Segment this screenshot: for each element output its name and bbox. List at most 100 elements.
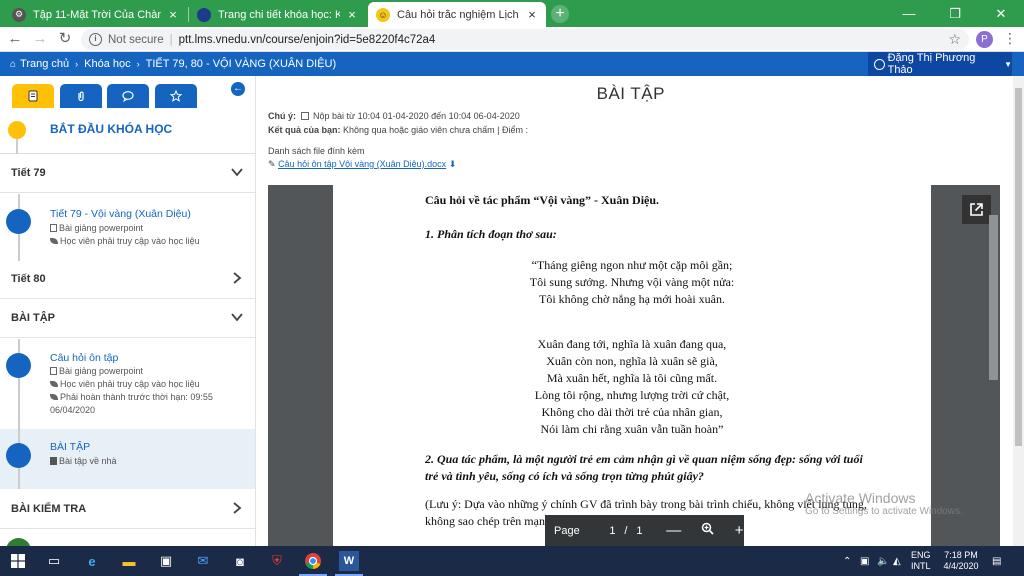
- reload-icon[interactable]: ↻: [55, 29, 75, 49]
- section-title: BÀI KIỂM TRA: [11, 503, 87, 515]
- result-label: Kết quả của bạn:: [268, 125, 341, 135]
- lesson-status-icon: [6, 209, 31, 234]
- windows-start-icon[interactable]: [8, 551, 28, 571]
- system-clock[interactable]: 7:18 PM 4/4/2020: [941, 550, 981, 572]
- profile-avatar[interactable]: P: [976, 31, 993, 48]
- tab-lessons[interactable]: [12, 84, 54, 108]
- new-tab-button[interactable]: +: [551, 5, 569, 23]
- browser-tab-active[interactable]: ☺ Câu hỏi trắc nghiệm Lịch sử lớp ×: [368, 2, 546, 27]
- back-arrow-icon[interactable]: ←: [5, 29, 25, 49]
- breadcrumb-home[interactable]: Trang chủ: [20, 58, 69, 70]
- antivirus-shield-icon[interactable]: ⛨: [267, 551, 287, 571]
- lesson-requirement: Học viên phải truy cập vào học liệu: [50, 236, 200, 246]
- poem-line: Xuân còn non, nghĩa là xuân sẽ già,: [546, 354, 718, 368]
- menu-dots-icon[interactable]: ⋮: [1003, 30, 1017, 47]
- security-status: Not secure: [108, 33, 164, 46]
- minimize-icon[interactable]: —: [886, 0, 932, 27]
- back-circle-icon[interactable]: ←: [231, 82, 245, 96]
- doc-question-1: 1. Phân tích đoạn thơ sau:: [425, 227, 557, 241]
- zoom-icon[interactable]: [701, 522, 714, 539]
- tab-favorites[interactable]: [155, 84, 197, 108]
- poem-line: Xuân đang tới, nghĩa là xuân đang qua,: [537, 337, 727, 351]
- page-title: BÀI TẬP: [596, 84, 665, 103]
- language-indicator[interactable]: ENG INTL: [911, 550, 931, 572]
- store-icon[interactable]: ▣: [156, 551, 176, 571]
- chrome-icon[interactable]: [303, 551, 323, 571]
- info-icon[interactable]: i: [89, 33, 102, 46]
- user-icon: [874, 58, 885, 70]
- lesson-type: Bài tập về nhà: [50, 456, 117, 466]
- close-icon[interactable]: ×: [346, 7, 358, 22]
- notification-icon[interactable]: ▤: [992, 546, 1001, 576]
- network-icon[interactable]: ◭: [893, 546, 901, 576]
- zoom-out-button[interactable]: —: [666, 522, 681, 539]
- task-view-icon[interactable]: ▭: [44, 551, 64, 571]
- breadcrumb-courses[interactable]: Khóa học: [84, 58, 130, 70]
- course-sidebar: ← BẮT ĐẦU KHÓA HỌC Tiết 79 Tiết 79 - Vội…: [0, 76, 256, 546]
- lesson-item-bai-tap[interactable]: BÀI TẬP Bài tập về nhà: [0, 429, 255, 489]
- close-icon[interactable]: ×: [167, 7, 179, 22]
- comment-icon: [122, 91, 134, 102]
- lesson-title: Câu hỏi ôn tập: [50, 352, 119, 364]
- open-external-button[interactable]: [962, 195, 991, 224]
- lesson-status-icon: [6, 353, 31, 378]
- file-explorer-icon[interactable]: ▬: [119, 551, 139, 571]
- word-icon[interactable]: W: [339, 551, 359, 571]
- tab-attachments[interactable]: [60, 84, 102, 108]
- tray-chevron-icon[interactable]: ⌃: [843, 546, 851, 576]
- forward-arrow-icon[interactable]: →: [30, 29, 50, 49]
- lesson-requirement-text: Học viên phải truy cập vào học liệu: [60, 236, 200, 246]
- attachments-label: Danh sách file đính kèm: [268, 146, 365, 156]
- page-scrollbar[interactable]: [1013, 76, 1024, 546]
- poem-line: Không cho dài thời trẻ của nhân gian,: [541, 405, 723, 419]
- zoom-in-button[interactable]: +: [734, 522, 744, 539]
- browser-tab[interactable]: ⚙ Tập 11-Mặt Trời Của Chàng Joo ( ×: [4, 2, 187, 27]
- attachment-row: ✎ Câu hỏi ôn tập Vội vàng (Xuân Diệu).do…: [268, 159, 456, 170]
- section-bai-kiem-tra[interactable]: BÀI KIỂM TRA: [0, 489, 255, 529]
- attachment-link[interactable]: Câu hỏi ôn tập Vội vàng (Xuân Diệu).docx: [278, 159, 446, 169]
- breadcrumb-lesson[interactable]: TIẾT 79, 80 - VỘI VÀNG (XUÂN DIỆU): [146, 58, 337, 70]
- breadcrumb: ⌂ Trang chủ › Khóa học › TIẾT 79, 80 - V…: [0, 58, 336, 70]
- language-code: ENG: [911, 550, 931, 560]
- bookmark-star-icon[interactable]: ☆: [948, 31, 961, 48]
- poem-line: Tôi không chờ nắng hạ mới hoài xuân.: [539, 292, 725, 306]
- volume-icon[interactable]: 🔈: [877, 546, 889, 576]
- section-tiet-79[interactable]: Tiết 79: [0, 155, 255, 193]
- page-controls: Page 1 / 1 — +: [545, 515, 744, 546]
- mail-icon[interactable]: ✉: [193, 551, 213, 571]
- book-icon: [28, 90, 38, 102]
- start-marker-icon: [8, 121, 26, 139]
- viewer-scrollbar[interactable]: [989, 215, 998, 380]
- poem-line: “Tháng giêng ngon như một cặp môi gần;: [531, 258, 733, 272]
- lesson-status-icon: [6, 443, 31, 468]
- tab-comments[interactable]: [107, 84, 149, 108]
- restore-icon[interactable]: ❐: [932, 0, 978, 27]
- browser-tab[interactable]: Trang chi tiết khóa học: Kiểu mẫu ×: [189, 2, 366, 27]
- lesson-item-tiet-79[interactable]: Tiết 79 - Vội vàng (Xuân Diệu) Bài giảng…: [0, 194, 255, 267]
- settings-favicon-icon: ⚙: [12, 7, 26, 22]
- section-tiet-80[interactable]: Tiết 80: [0, 261, 255, 299]
- section-bai-tap[interactable]: BÀI TẬP: [0, 300, 255, 338]
- page-scrollbar-thumb[interactable]: [1015, 88, 1022, 446]
- current-page-input[interactable]: 1: [606, 525, 620, 537]
- note-value: Nộp bài từ 10:04 01-04-2020 đến 10:04 06…: [313, 111, 520, 121]
- edge-icon[interactable]: e: [82, 551, 102, 571]
- chevron-right-icon: [233, 272, 242, 284]
- download-icon[interactable]: ⬇: [449, 159, 457, 169]
- result-line: Kết quả của bạn: Không qua hoặc giáo viê…: [268, 125, 528, 135]
- caret-down-icon: ▼: [1004, 59, 1012, 69]
- lesson-requirement: Học viên phải truy cập vào học liệu: [50, 379, 200, 389]
- submission-note: Chú ý: Nộp bài từ 10:04 01-04-2020 đến 1…: [268, 111, 520, 121]
- address-bar[interactable]: i Not secure | ptt.lms.vnedu.vn/course/e…: [81, 29, 969, 50]
- poem-line: Mà xuân hết, nghĩa là tôi cũng mất.: [546, 371, 718, 385]
- tray-app-icon[interactable]: ▣: [860, 546, 869, 576]
- user-menu[interactable]: Đặng Thị Phương Thảo ▼: [868, 52, 1012, 76]
- section-title: BÀI TẬP: [11, 312, 55, 324]
- start-course-row[interactable]: BẮT ĐẦU KHÓA HỌC: [0, 108, 255, 154]
- close-window-icon[interactable]: ✕: [978, 0, 1024, 27]
- next-status-icon: [6, 538, 31, 546]
- close-icon[interactable]: ×: [526, 7, 538, 22]
- camera-icon[interactable]: ◙: [230, 551, 250, 571]
- lesson-item-cau-hoi-on-tap[interactable]: Câu hỏi ôn tập Bài giảng powerpoint Học …: [0, 339, 255, 429]
- activate-windows-watermark: Activate Windows Go to Settings to activ…: [805, 490, 963, 517]
